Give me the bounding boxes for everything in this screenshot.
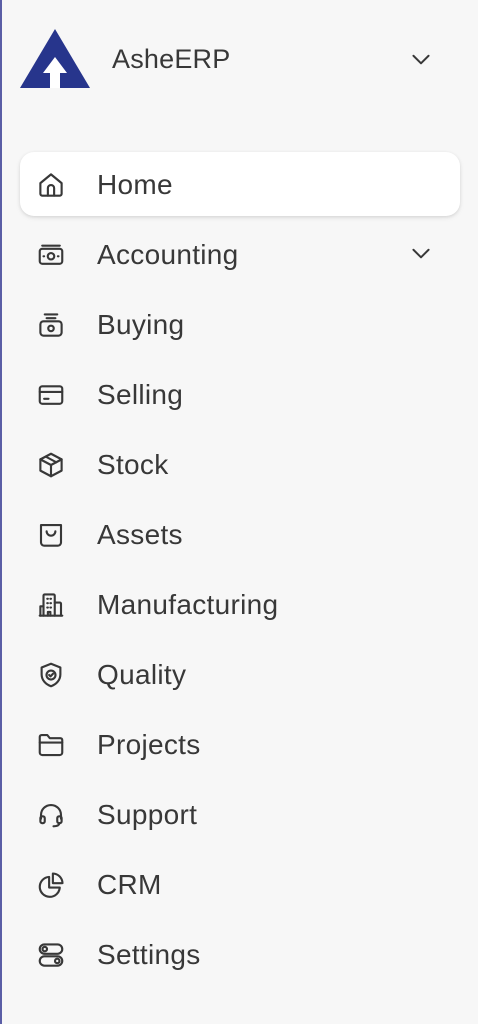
sidebar-item-label: Quality [97,659,187,690]
sidebar-item-settings[interactable]: Settings [20,922,460,986]
app-header: AsheERP [0,0,478,120]
sidebar-item-label: Stock [97,449,169,480]
folder-icon [36,730,66,760]
ashe-erp-logo[interactable] [19,27,91,89]
sidebar-item-crm[interactable]: CRM [20,852,460,916]
cash-register-icon [36,310,66,340]
sidebar-item-selling[interactable]: Selling [20,362,460,426]
sidebar-item-label: Assets [97,519,183,550]
sidebar-item-label: Home [97,169,173,200]
app-name: AsheERP [112,44,231,74]
credit-card-icon [36,380,66,410]
money-icon [36,240,66,270]
sidebar-item-assets[interactable]: Assets [20,502,460,566]
toggles-icon [36,940,66,970]
sidebar-item-label: Buying [97,309,185,340]
sidebar-item-label: CRM [97,869,162,900]
sidebar-item-support[interactable]: Support [20,782,460,846]
box-icon [36,450,66,480]
sidebar-item-manufacturing[interactable]: Manufacturing [20,572,460,636]
shield-check-icon [36,660,66,690]
sidebar-item-projects[interactable]: Projects [20,712,460,776]
sidebar-item-label: Accounting [97,239,239,270]
sidebar-item-accounting[interactable]: Accounting [20,222,460,286]
pie-chart-icon [36,870,66,900]
sidebar-item-label: Support [97,799,198,830]
sidebar-item-label: Selling [97,379,184,410]
sidebar-item-label: Settings [97,939,201,970]
sidebar-item-home[interactable]: Home [20,152,460,216]
sidebar-item-buying[interactable]: Buying [20,292,460,356]
app-switcher-chevron-down-icon[interactable] [404,44,438,74]
shopping-bag-icon [36,520,66,550]
home-icon [36,170,66,200]
sidebar-edge [0,0,2,1024]
building-icon [36,590,66,620]
sidebar-item-stock[interactable]: Stock [20,432,460,496]
sidebar-item-label: Projects [97,729,201,760]
sidebar-item-quality[interactable]: Quality [20,642,460,706]
expand-chevron-down-icon[interactable] [404,238,438,268]
headset-icon [36,800,66,830]
sidebar-item-label: Manufacturing [97,589,279,620]
